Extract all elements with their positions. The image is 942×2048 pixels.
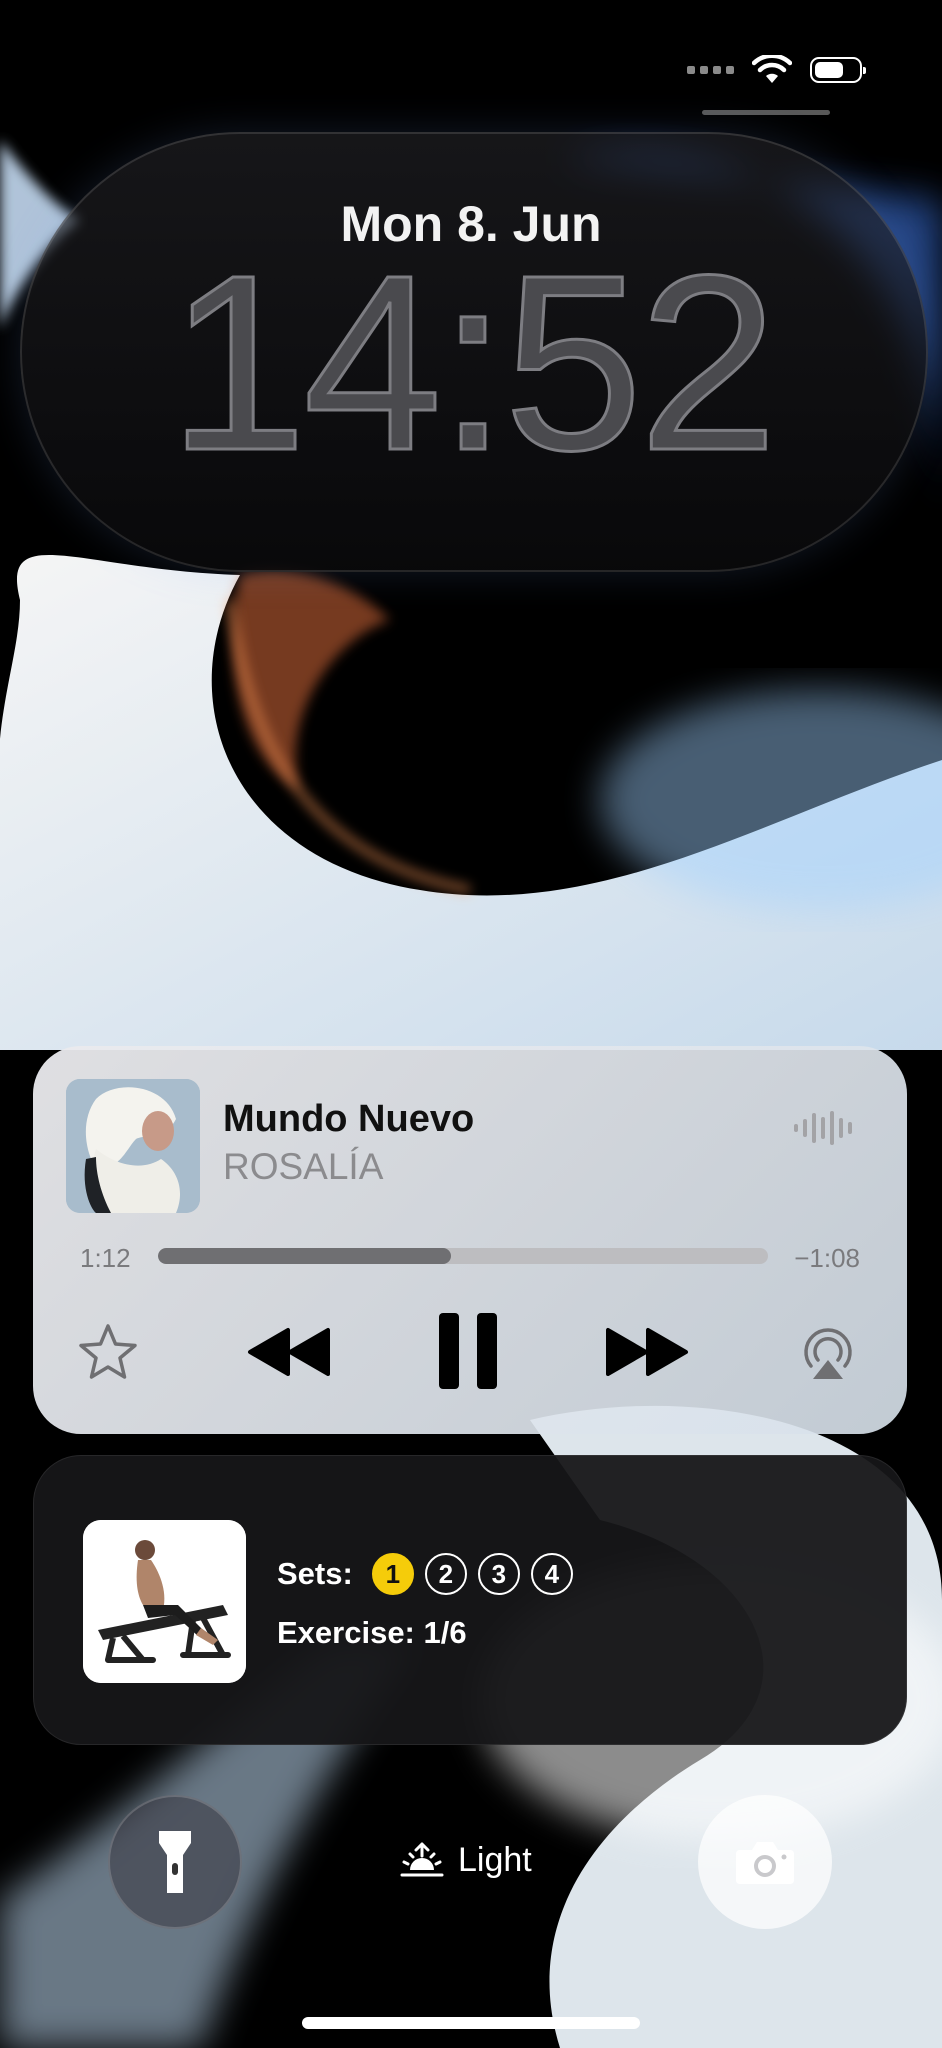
flashlight-icon	[159, 1831, 191, 1893]
lock-time: 14:52	[167, 223, 780, 502]
waveform-icon	[794, 1111, 852, 1145]
cellular-signal-icon	[687, 66, 734, 74]
workout-widget[interactable]: Sets: 1 2 3 4 Exercise: 1/6	[33, 1455, 907, 1745]
now-playing-card[interactable]: Mundo Nuevo ROSALÍA 1:12 −1:08	[33, 1046, 907, 1434]
exercise-progress: Exercise: 1/6	[277, 1615, 467, 1650]
pause-icon[interactable]	[433, 1311, 503, 1391]
elapsed-time: 1:12	[80, 1243, 131, 1273]
airplay-icon[interactable]	[793, 1318, 863, 1388]
remaining-time: −1:08	[794, 1243, 860, 1273]
home-indicator[interactable]	[302, 2017, 640, 2029]
set-badge-2[interactable]: 2	[424, 1553, 467, 1595]
set-badge-1[interactable]: 1	[371, 1553, 414, 1595]
camera-icon	[736, 1842, 794, 1884]
status-bar	[687, 55, 866, 85]
set-badge-4[interactable]: 4	[530, 1553, 573, 1595]
fast-forward-icon[interactable]	[603, 1322, 691, 1382]
sets-row: Sets: 1 2 3 4	[277, 1553, 573, 1595]
rewind-icon[interactable]	[245, 1322, 333, 1382]
set-badge-3[interactable]: 3	[477, 1553, 520, 1595]
sunrise-icon	[400, 1842, 444, 1877]
camera-button[interactable]	[698, 1795, 832, 1929]
playback-scrubber[interactable]	[158, 1248, 768, 1264]
light-mode-label: Light	[458, 1840, 532, 1879]
song-artist: ROSALÍA	[223, 1146, 384, 1187]
playback-progress	[158, 1248, 451, 1264]
song-title: Mundo Nuevo	[223, 1098, 475, 1140]
sets-label: Sets:	[277, 1556, 353, 1591]
status-divider	[702, 110, 830, 115]
light-mode-toggle[interactable]: Light	[400, 1840, 532, 1880]
flashlight-button[interactable]	[108, 1795, 242, 1929]
battery-icon	[810, 57, 866, 83]
star-icon[interactable]	[73, 1318, 143, 1388]
wifi-icon	[752, 55, 792, 83]
album-art[interactable]	[66, 1079, 200, 1213]
exercise-image	[83, 1520, 246, 1683]
